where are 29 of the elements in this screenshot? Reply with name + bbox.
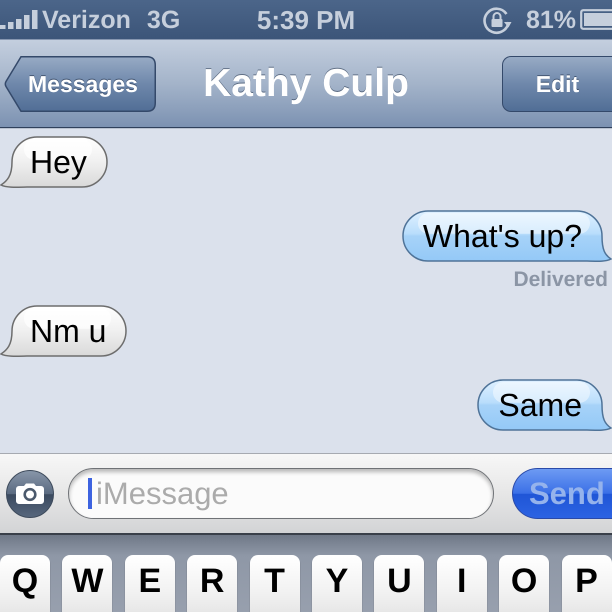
keyboard-key[interactable]: W [62, 555, 112, 612]
signal-icon [0, 10, 38, 29]
keyboard-key[interactable]: I [436, 555, 487, 612]
keyboard-key[interactable]: R [187, 555, 238, 612]
camera-button[interactable] [6, 470, 54, 518]
conversation-title: Kathy Culp [203, 60, 409, 106]
status-time: 5:39 PM [256, 4, 356, 34]
carrier-name: Verizon [42, 4, 131, 34]
battery-percent: 81% [526, 4, 576, 34]
keyboard-key[interactable]: E [124, 555, 175, 612]
message-bubble: What's up? [402, 210, 612, 262]
camera-icon [16, 483, 44, 504]
text-cursor [88, 478, 92, 509]
back-button[interactable]: Messages [4, 56, 156, 112]
keyboard-key[interactable]: Q [0, 555, 50, 612]
message-bubble: Same [477, 379, 612, 431]
message-bubble: Hey [0, 136, 108, 188]
message-bubble: Nm u [0, 305, 128, 357]
delivery-status: Delivered [513, 269, 609, 291]
edit-button[interactable]: Edit [502, 56, 612, 112]
keyboard-key[interactable]: O [499, 555, 550, 612]
rotation-lock-icon [482, 4, 512, 34]
network-type: 3G [146, 4, 180, 34]
keyboard-key[interactable]: Y [312, 555, 362, 612]
keyboard-key[interactable]: U [374, 555, 424, 612]
battery-icon [580, 9, 612, 30]
keyboard-key[interactable]: T [250, 555, 300, 612]
keyboard-key[interactable]: P [562, 555, 612, 612]
message-field[interactable]: iMessage [68, 468, 494, 519]
